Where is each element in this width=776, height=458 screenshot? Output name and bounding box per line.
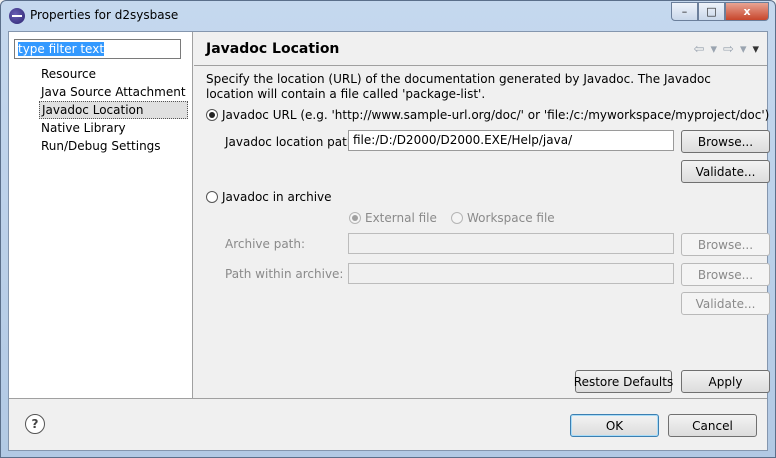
forward-arrow-icon[interactable]: ⇨ [723,42,734,57]
javadoc-in-archive-radio-indicator [206,191,218,203]
maximize-button[interactable]: □ [698,2,725,21]
archive-validate-button[interactable]: Validate... [681,292,770,315]
archive-path-input[interactable] [348,233,674,254]
external-file-radio-indicator [349,212,361,224]
workspace-file-radio-label: Workspace file [467,211,555,225]
window-controls: – □ x [671,2,769,21]
page-title: Javadoc Location [206,41,340,57]
tree-item-javadoc-location[interactable]: Javadoc Location [39,101,188,119]
ok-button[interactable]: OK [570,414,659,437]
path-within-archive-input[interactable] [348,263,674,284]
button-bar-separator [9,398,767,399]
back-arrow-icon[interactable]: ⇦ [694,42,705,57]
javadoc-in-archive-radio[interactable]: Javadoc in archive [206,190,332,204]
page-navigation: ⇦ ▾ ⇨ ▾ ▾ [694,42,759,57]
page-description: Specify the location (URL) of the docume… [206,72,711,101]
external-file-radio-label: External file [365,211,437,225]
forward-menu-icon[interactable]: ▾ [740,42,747,57]
archive-path-label: Archive path: [225,237,306,251]
javadoc-url-radio-indicator [206,109,218,121]
javadoc-location-label: Javadoc location path: [225,135,359,149]
restore-defaults-button[interactable]: Restore Defaults [574,370,673,393]
javadoc-location-input[interactable]: file:/D:/D2000/D2000.EXE/Help/java/ [348,130,674,151]
archive-browse-button[interactable]: Browse... [681,233,770,256]
tree-item-java-source-attachment[interactable]: Java Source Attachment [39,83,188,101]
path-within-browse-button[interactable]: Browse... [681,263,770,286]
javadoc-url-radio[interactable]: Javadoc URL (e.g. 'http://www.sample-url… [206,108,769,122]
workspace-file-radio[interactable]: Workspace file [451,211,555,225]
apply-button[interactable]: Apply [681,370,770,393]
dialog-client: type filter text Resource Java Source At… [8,31,770,451]
back-menu-icon[interactable]: ▾ [711,42,718,57]
property-page-tree: Resource Java Source Attachment Javadoc … [39,65,188,155]
properties-window: Properties for d2sysbase – □ x type filt… [0,0,776,458]
validate-button[interactable]: Validate... [681,160,770,183]
help-icon[interactable]: ? [25,414,45,434]
eclipse-icon [9,8,25,24]
view-menu-icon[interactable]: ▾ [752,42,759,57]
javadoc-in-archive-radio-label: Javadoc in archive [222,190,332,204]
tree-item-resource[interactable]: Resource [39,65,188,83]
browse-button[interactable]: Browse... [681,130,770,153]
minimize-button[interactable]: – [671,2,698,21]
window-title: Properties for d2sysbase [30,8,179,22]
title-bar[interactable]: Properties for d2sysbase – □ x [1,1,775,31]
cancel-button[interactable]: Cancel [668,414,757,437]
path-within-archive-label: Path within archive: [225,267,344,281]
title-separator [194,65,767,66]
filter-input[interactable]: type filter text [14,39,181,59]
property-page-tree-pane: type filter text Resource Java Source At… [9,32,193,398]
filter-input-text: type filter text [18,42,105,56]
close-button[interactable]: x [725,2,769,21]
javadoc-location-page: Javadoc Location ⇦ ▾ ⇨ ▾ ▾ Specify the l… [194,32,770,398]
javadoc-url-radio-label: Javadoc URL (e.g. 'http://www.sample-url… [222,108,770,122]
workspace-file-radio-indicator [451,212,463,224]
external-file-radio[interactable]: External file [349,211,437,225]
tree-item-run-debug-settings[interactable]: Run/Debug Settings [39,137,188,155]
tree-item-native-library[interactable]: Native Library [39,119,188,137]
